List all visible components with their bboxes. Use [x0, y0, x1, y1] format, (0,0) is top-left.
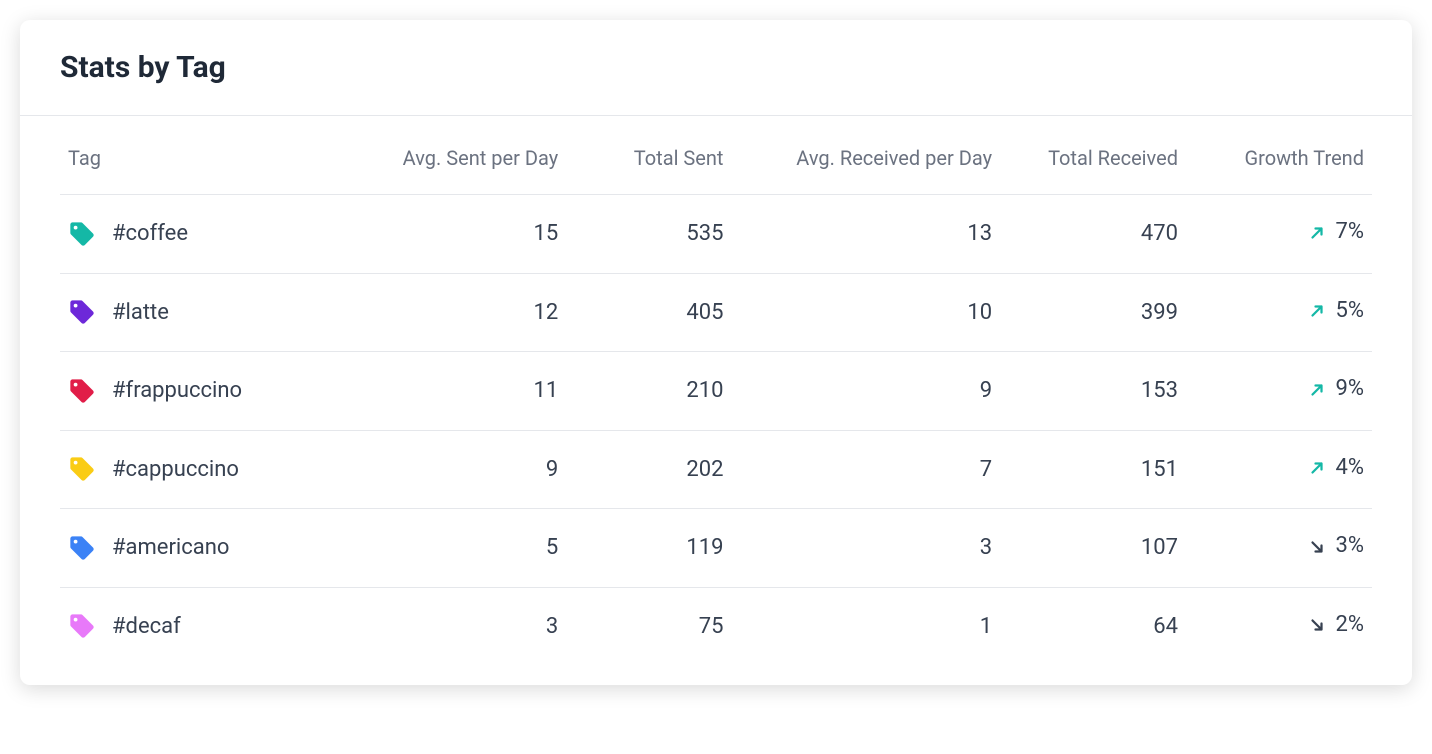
trend-cell: 3%	[1308, 533, 1364, 558]
cell-avg-recv: 7	[731, 430, 1000, 509]
cell-tag: #cappuccino	[60, 430, 349, 509]
tag-icon	[68, 455, 96, 483]
tag-name: #latte	[112, 300, 169, 325]
tag-icon	[68, 220, 96, 248]
cell-trend: 5%	[1186, 273, 1372, 352]
tag-cell: #cappuccino	[68, 455, 341, 483]
table-wrapper: Tag Avg. Sent per Day Total Sent Avg. Re…	[20, 116, 1412, 685]
cell-trend: 3%	[1186, 509, 1372, 588]
cell-tag: #latte	[60, 273, 349, 352]
trend-down-icon	[1308, 615, 1326, 633]
trend-cell: 9%	[1308, 376, 1364, 401]
trend-cell: 7%	[1308, 219, 1364, 244]
tag-cell: #coffee	[68, 220, 341, 248]
cell-total-sent: 119	[566, 509, 731, 588]
table-row[interactable]: #coffee 15 535 13 470 7%	[60, 195, 1372, 274]
cell-total-recv: 399	[1000, 273, 1186, 352]
col-header-total-sent[interactable]: Total Sent	[566, 116, 731, 195]
trend-up-icon	[1308, 458, 1326, 476]
cell-tag: #americano	[60, 509, 349, 588]
tag-icon	[68, 612, 96, 640]
table-row[interactable]: #cappuccino 9 202 7 151 4%	[60, 430, 1372, 509]
tag-cell: #frappuccino	[68, 377, 341, 405]
cell-avg-sent: 3	[349, 587, 566, 665]
table-row[interactable]: #americano 5 119 3 107 3%	[60, 509, 1372, 588]
cell-total-sent: 210	[566, 352, 731, 431]
tag-cell: #americano	[68, 534, 341, 562]
col-header-trend[interactable]: Growth Trend	[1186, 116, 1372, 195]
tag-cell: #latte	[68, 298, 341, 326]
cell-total-sent: 405	[566, 273, 731, 352]
col-header-avg-recv[interactable]: Avg. Received per Day	[731, 116, 1000, 195]
cell-avg-sent: 12	[349, 273, 566, 352]
cell-avg-sent: 15	[349, 195, 566, 274]
trend-value: 7%	[1336, 219, 1364, 244]
trend-up-icon	[1308, 223, 1326, 241]
card-header: Stats by Tag	[20, 20, 1412, 116]
trend-up-icon	[1308, 380, 1326, 398]
cell-avg-recv: 1	[731, 587, 1000, 665]
trend-value: 4%	[1336, 455, 1364, 480]
cell-trend: 9%	[1186, 352, 1372, 431]
tag-name: #cappuccino	[112, 457, 239, 482]
trend-value: 5%	[1336, 298, 1364, 323]
trend-cell: 2%	[1308, 612, 1364, 637]
cell-tag: #coffee	[60, 195, 349, 274]
cell-total-recv: 470	[1000, 195, 1186, 274]
tag-cell: #decaf	[68, 612, 341, 640]
cell-avg-sent: 9	[349, 430, 566, 509]
col-header-tag[interactable]: Tag	[60, 116, 349, 195]
cell-avg-recv: 9	[731, 352, 1000, 431]
tag-icon	[68, 298, 96, 326]
cell-avg-recv: 3	[731, 509, 1000, 588]
cell-total-sent: 535	[566, 195, 731, 274]
cell-avg-sent: 11	[349, 352, 566, 431]
table-row[interactable]: #decaf 3 75 1 64 2%	[60, 587, 1372, 665]
tag-name: #coffee	[112, 221, 188, 246]
table-header-row: Tag Avg. Sent per Day Total Sent Avg. Re…	[60, 116, 1372, 195]
tag-name: #decaf	[112, 614, 181, 639]
col-header-total-recv[interactable]: Total Received	[1000, 116, 1186, 195]
col-header-avg-sent[interactable]: Avg. Sent per Day	[349, 116, 566, 195]
tag-name: #frappuccino	[112, 378, 242, 403]
trend-value: 2%	[1336, 612, 1364, 637]
trend-down-icon	[1308, 537, 1326, 555]
cell-total-sent: 75	[566, 587, 731, 665]
trend-value: 3%	[1336, 533, 1364, 558]
table-row[interactable]: #latte 12 405 10 399 5%	[60, 273, 1372, 352]
trend-cell: 4%	[1308, 455, 1364, 480]
table-body: #coffee 15 535 13 470 7% #latte 12 405 1…	[60, 195, 1372, 666]
cell-total-recv: 151	[1000, 430, 1186, 509]
cell-trend: 7%	[1186, 195, 1372, 274]
tag-icon	[68, 534, 96, 562]
cell-total-sent: 202	[566, 430, 731, 509]
cell-trend: 4%	[1186, 430, 1372, 509]
tag-icon	[68, 377, 96, 405]
cell-avg-sent: 5	[349, 509, 566, 588]
trend-value: 9%	[1336, 376, 1364, 401]
cell-avg-recv: 10	[731, 273, 1000, 352]
cell-tag: #decaf	[60, 587, 349, 665]
cell-total-recv: 64	[1000, 587, 1186, 665]
trend-up-icon	[1308, 301, 1326, 319]
trend-cell: 5%	[1308, 298, 1364, 323]
cell-trend: 2%	[1186, 587, 1372, 665]
tag-name: #americano	[112, 535, 229, 560]
cell-total-recv: 153	[1000, 352, 1186, 431]
card-title: Stats by Tag	[60, 50, 1372, 85]
stats-card: Stats by Tag Tag Avg. Sent per Day Total…	[20, 20, 1412, 685]
cell-total-recv: 107	[1000, 509, 1186, 588]
table-row[interactable]: #frappuccino 11 210 9 153 9%	[60, 352, 1372, 431]
cell-tag: #frappuccino	[60, 352, 349, 431]
stats-table: Tag Avg. Sent per Day Total Sent Avg. Re…	[60, 116, 1372, 665]
cell-avg-recv: 13	[731, 195, 1000, 274]
